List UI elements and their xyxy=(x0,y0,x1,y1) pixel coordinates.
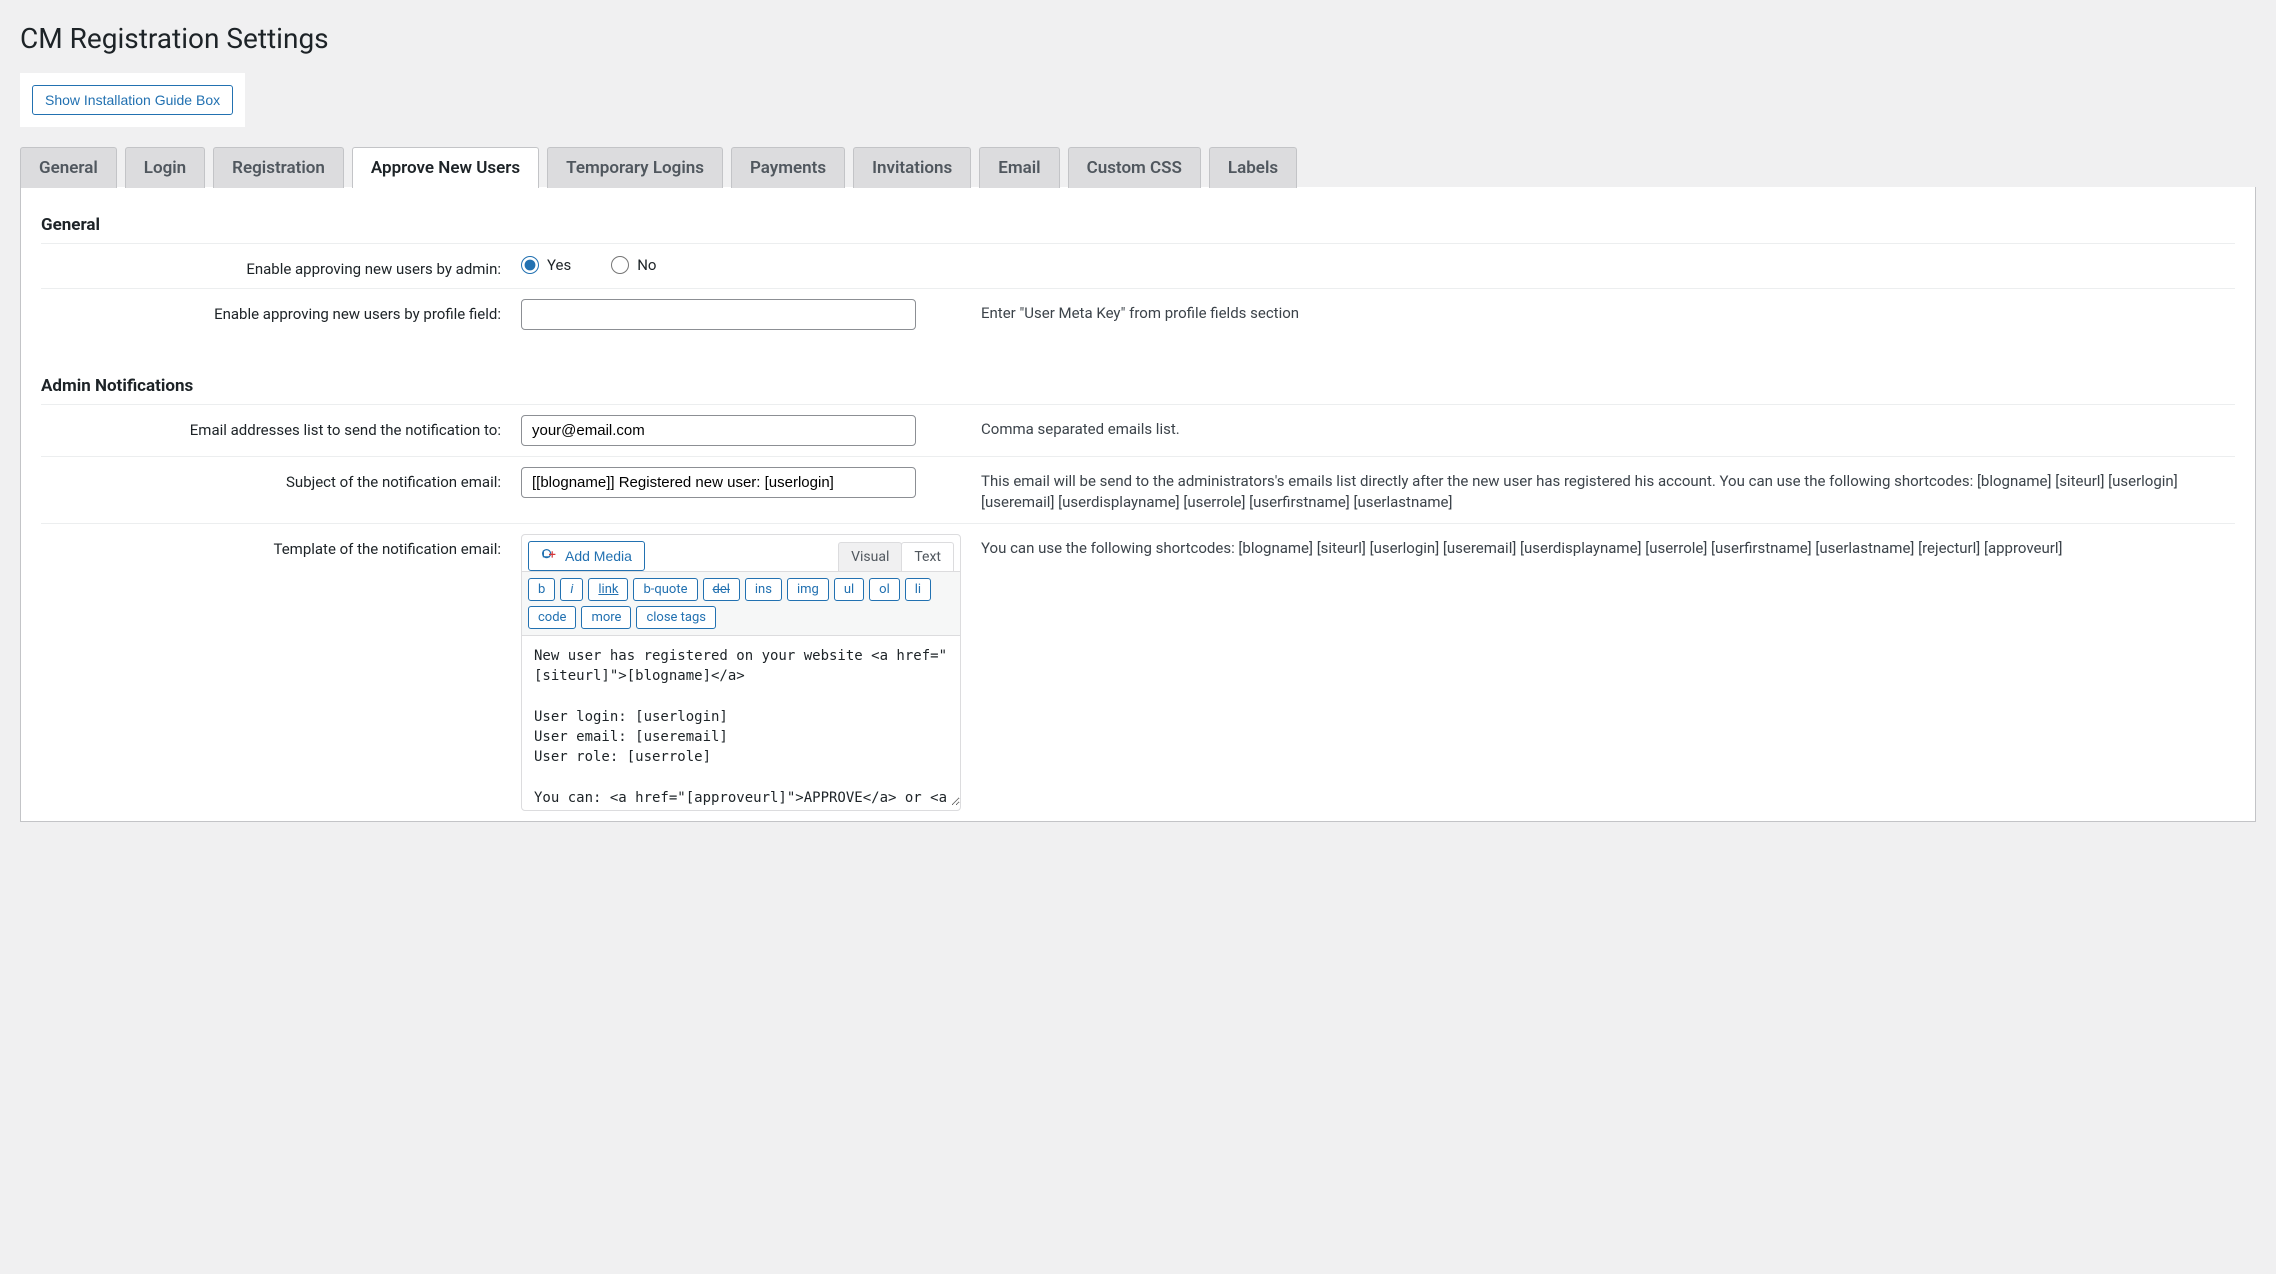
label-subject: Subject of the notification email: xyxy=(41,467,501,491)
editor-wrap: Add Media Visual Text b i link b-quote d… xyxy=(521,534,961,811)
qt-ul-button[interactable]: ul xyxy=(834,578,864,601)
quicktags-toolbar: b i link b-quote del ins img ul ol li co… xyxy=(522,571,960,636)
radio-enable-admin-yes-input[interactable] xyxy=(521,256,539,274)
input-subject[interactable] xyxy=(521,467,916,498)
tab-registration[interactable]: Registration xyxy=(213,147,344,188)
tab-custom-css[interactable]: Custom CSS xyxy=(1068,147,1201,188)
qt-italic-button[interactable]: i xyxy=(560,578,583,601)
qt-bold-button[interactable]: b xyxy=(528,578,555,601)
tab-email[interactable]: Email xyxy=(979,147,1059,188)
qt-close-tags-button[interactable]: close tags xyxy=(636,606,716,629)
media-icon xyxy=(541,548,557,564)
input-emails-list[interactable] xyxy=(521,415,916,446)
section-general-title: General xyxy=(41,215,2235,235)
show-installation-guide-button[interactable]: Show Installation Guide Box xyxy=(32,85,233,115)
label-enable-profile: Enable approving new users by profile fi… xyxy=(41,299,501,323)
help-template: You can use the following shortcodes: [b… xyxy=(981,534,2235,559)
label-emails-list: Email addresses list to send the notific… xyxy=(41,415,501,439)
qt-code-button[interactable]: code xyxy=(528,606,576,629)
input-profile-field[interactable] xyxy=(521,299,916,330)
qt-img-button[interactable]: img xyxy=(787,578,829,601)
qt-li-button[interactable]: li xyxy=(905,578,931,601)
row-emails-list: Email addresses list to send the notific… xyxy=(41,404,2235,456)
radio-enable-admin-no-input[interactable] xyxy=(611,256,629,274)
guide-box-wrap: Show Installation Guide Box xyxy=(20,73,245,127)
radio-enable-admin-yes[interactable]: Yes xyxy=(521,256,571,274)
help-subject: This email will be send to the administr… xyxy=(981,467,2235,513)
radio-enable-admin-no[interactable]: No xyxy=(611,256,656,274)
tab-temporary-logins[interactable]: Temporary Logins xyxy=(547,147,723,188)
help-enable-admin xyxy=(981,254,2235,258)
tab-payments[interactable]: Payments xyxy=(731,147,845,188)
add-media-button[interactable]: Add Media xyxy=(528,541,645,571)
row-subject: Subject of the notification email: This … xyxy=(41,456,2235,523)
editor-tab-visual[interactable]: Visual xyxy=(838,542,902,571)
help-emails-list: Comma separated emails list. xyxy=(981,415,2235,440)
radio-label-no: No xyxy=(637,256,656,274)
add-media-label: Add Media xyxy=(565,548,632,564)
row-enable-profile: Enable approving new users by profile fi… xyxy=(41,288,2235,340)
label-template: Template of the notification email: xyxy=(41,534,501,558)
qt-more-button[interactable]: more xyxy=(581,606,631,629)
editor-tab-text[interactable]: Text xyxy=(901,542,954,571)
qt-bquote-button[interactable]: b-quote xyxy=(633,578,697,601)
page-title: CM Registration Settings xyxy=(20,22,2256,55)
radio-label-yes: Yes xyxy=(547,256,571,274)
template-editor-textarea[interactable] xyxy=(522,636,960,806)
label-enable-admin: Enable approving new users by admin: xyxy=(41,254,501,278)
tab-approve-new-users[interactable]: Approve New Users xyxy=(352,147,539,188)
qt-ins-button[interactable]: ins xyxy=(745,578,782,601)
tab-labels[interactable]: Labels xyxy=(1209,147,1297,188)
section-admin-notifications-title: Admin Notifications xyxy=(41,376,2235,396)
tab-invitations[interactable]: Invitations xyxy=(853,147,971,188)
qt-del-button[interactable]: del xyxy=(703,578,740,601)
settings-panel: General Enable approving new users by ad… xyxy=(20,187,2256,822)
radio-group-enable-admin: Yes No xyxy=(521,254,961,274)
help-enable-profile: Enter "User Meta Key" from profile field… xyxy=(981,299,2235,324)
editor-top: Add Media Visual Text xyxy=(522,535,960,571)
qt-link-button[interactable]: link xyxy=(588,578,628,601)
editor-mode-tabs: Visual Text xyxy=(839,542,954,571)
qt-ol-button[interactable]: ol xyxy=(869,578,900,601)
tab-general[interactable]: General xyxy=(20,147,117,188)
settings-tabs: General Login Registration Approve New U… xyxy=(20,147,2256,188)
tab-login[interactable]: Login xyxy=(125,147,205,188)
row-template: Template of the notification email: Add … xyxy=(41,523,2235,821)
row-enable-admin: Enable approving new users by admin: Yes… xyxy=(41,243,2235,288)
